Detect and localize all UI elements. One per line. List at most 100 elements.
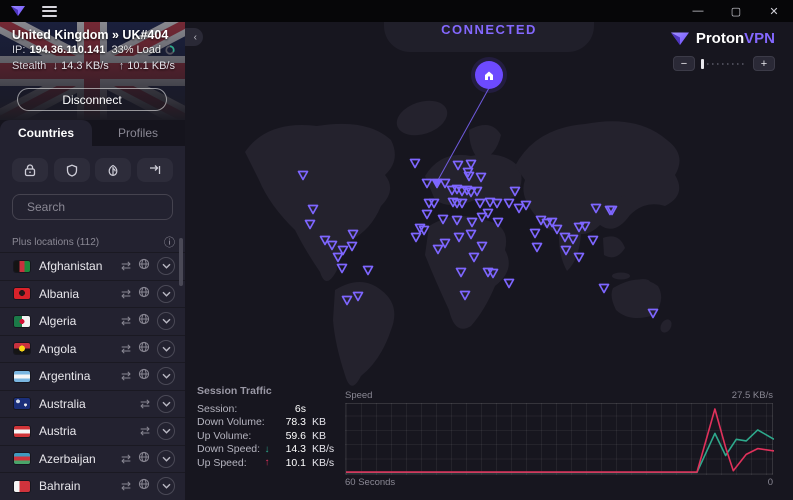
server-pin[interactable] bbox=[303, 218, 317, 236]
server-pin[interactable] bbox=[455, 197, 469, 215]
graph-xlabel-right: 0 bbox=[768, 477, 773, 488]
ip-value: 194.36.110.141 bbox=[29, 44, 105, 56]
stat-value: 59.6 bbox=[272, 430, 306, 442]
zoom-out-button[interactable]: − bbox=[673, 56, 695, 71]
server-pin[interactable] bbox=[417, 224, 431, 242]
server-pin[interactable] bbox=[450, 214, 464, 232]
home-location-button[interactable] bbox=[475, 61, 503, 89]
expand-country-button[interactable] bbox=[157, 477, 175, 495]
stat-label: Down Speed: bbox=[197, 443, 260, 455]
list-scrollbar[interactable] bbox=[179, 238, 183, 286]
server-pin[interactable] bbox=[361, 264, 375, 282]
server-pin[interactable] bbox=[586, 234, 600, 252]
country-row[interactable]: Azerbaijan⇄ bbox=[0, 445, 185, 473]
collapse-sidebar-button[interactable]: ‹ bbox=[185, 28, 203, 46]
server-pin[interactable] bbox=[597, 282, 611, 300]
ip-label: IP: bbox=[12, 44, 25, 56]
country-row[interactable]: Australia⇄ bbox=[0, 390, 185, 418]
maximize-button[interactable]: ▢ bbox=[717, 0, 755, 22]
server-pin[interactable] bbox=[519, 199, 533, 217]
tor-filter-button[interactable] bbox=[95, 158, 131, 182]
zoom-slider-thumb[interactable] bbox=[701, 59, 704, 69]
download-speed-line bbox=[346, 430, 774, 472]
expand-country-button[interactable] bbox=[157, 257, 175, 275]
server-pin[interactable] bbox=[431, 243, 445, 261]
country-flag-icon bbox=[14, 453, 30, 464]
swap-icon: ⇄ bbox=[121, 288, 131, 300]
country-name: Argentina bbox=[39, 369, 121, 383]
globe-icon bbox=[138, 285, 150, 303]
chevron-left-icon: ‹ bbox=[194, 32, 197, 43]
server-pin[interactable] bbox=[589, 202, 603, 220]
expand-country-button[interactable] bbox=[157, 340, 175, 358]
country-row[interactable]: Austria⇄ bbox=[0, 417, 185, 445]
secure-core-filter-button[interactable] bbox=[12, 158, 48, 182]
server-pin[interactable] bbox=[454, 266, 468, 284]
zoom-in-button[interactable]: + bbox=[753, 56, 775, 71]
expand-country-button[interactable] bbox=[157, 395, 175, 413]
server-pin[interactable] bbox=[335, 262, 349, 280]
search-box[interactable] bbox=[12, 194, 173, 220]
server-pin[interactable] bbox=[502, 277, 516, 295]
connection-card: United Kingdom » UK#404 IP: 194.36.110.1… bbox=[0, 22, 185, 120]
server-pin[interactable] bbox=[296, 169, 310, 187]
country-name: Albania bbox=[39, 287, 121, 301]
minimize-button[interactable]: — bbox=[679, 0, 717, 22]
server-pin[interactable] bbox=[436, 213, 450, 231]
server-pin[interactable] bbox=[346, 228, 360, 246]
country-row[interactable]: Argentina⇄ bbox=[0, 362, 185, 390]
chevron-down-icon bbox=[162, 456, 171, 462]
server-pin[interactable] bbox=[530, 241, 544, 259]
netshield-filter-button[interactable] bbox=[54, 158, 90, 182]
disconnect-button[interactable]: Disconnect bbox=[17, 88, 167, 111]
p2p-filter-button[interactable] bbox=[137, 158, 173, 182]
hamburger-menu-icon[interactable] bbox=[42, 6, 57, 17]
swap-icon: ⇄ bbox=[121, 480, 131, 492]
expand-country-button[interactable] bbox=[157, 450, 175, 468]
server-pin[interactable] bbox=[491, 216, 505, 234]
country-row[interactable]: Albania⇄ bbox=[0, 280, 185, 308]
country-row[interactable]: Bahrain⇄ bbox=[0, 472, 185, 500]
expand-country-button[interactable] bbox=[157, 422, 175, 440]
sidebar-tabs: Countries Profiles bbox=[0, 120, 185, 146]
expand-country-button[interactable] bbox=[157, 312, 175, 330]
server-pin[interactable] bbox=[458, 289, 472, 307]
expand-country-button[interactable] bbox=[157, 285, 175, 303]
country-name: Bahrain bbox=[39, 479, 121, 493]
connected-server-name: United Kingdom » UK#404 bbox=[12, 28, 168, 42]
header-up-speed: 10.1 KB/s bbox=[127, 60, 175, 72]
server-pin[interactable] bbox=[646, 307, 660, 325]
country-row[interactable]: Algeria⇄ bbox=[0, 307, 185, 335]
server-pin[interactable] bbox=[408, 157, 422, 175]
connected-status-label: CONNECTED bbox=[441, 22, 537, 52]
stat-row: Up Speed:↑10.1KB/s bbox=[197, 456, 342, 470]
server-pin[interactable] bbox=[486, 267, 500, 285]
zoom-slider[interactable] bbox=[701, 59, 747, 69]
tab-profiles[interactable]: Profiles bbox=[92, 120, 184, 146]
graph-xlabel-left: 60 Seconds bbox=[345, 477, 395, 488]
stat-row: Up Volume:59.6KB bbox=[197, 429, 342, 443]
expand-country-button[interactable] bbox=[157, 367, 175, 385]
stat-value: 10.1 bbox=[272, 457, 306, 469]
tab-countries[interactable]: Countries bbox=[0, 120, 92, 146]
server-pin[interactable] bbox=[475, 240, 489, 258]
country-flag-icon bbox=[14, 288, 30, 299]
stat-value: 6s bbox=[272, 403, 306, 415]
globe-icon bbox=[138, 257, 150, 275]
server-pin[interactable] bbox=[572, 251, 586, 269]
server-pin[interactable] bbox=[351, 290, 365, 308]
country-name: Austria bbox=[39, 424, 140, 438]
stat-value: 78.3 bbox=[272, 416, 306, 428]
connected-server-pin[interactable] bbox=[430, 177, 444, 195]
globe-icon bbox=[138, 450, 150, 468]
up-arrow-icon: ↑ bbox=[262, 457, 272, 468]
search-input[interactable] bbox=[27, 200, 182, 214]
server-pin[interactable] bbox=[605, 204, 619, 222]
stat-unit: KB bbox=[312, 430, 342, 442]
info-icon[interactable]: ⓘ bbox=[164, 234, 175, 250]
close-button[interactable]: ✕ bbox=[755, 0, 793, 22]
server-pin[interactable] bbox=[559, 244, 573, 262]
down-arrow-icon: ↓ bbox=[262, 444, 272, 455]
country-row[interactable]: Angola⇄ bbox=[0, 335, 185, 363]
country-row[interactable]: Afghanistan⇄ bbox=[0, 252, 185, 280]
